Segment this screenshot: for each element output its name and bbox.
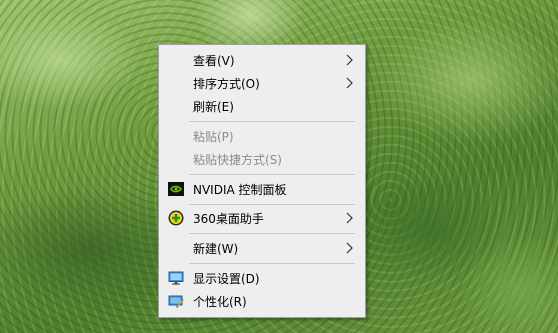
menu-item-label: 粘贴(P) — [193, 129, 234, 144]
menu-separator — [189, 204, 355, 205]
360-desktop-assistant-icon — [168, 210, 184, 226]
menu-item-label: 显示设置(D) — [193, 271, 260, 286]
menu-separator — [189, 263, 355, 264]
chevron-right-icon — [346, 212, 353, 224]
menu-item-paste-shortcut: 粘贴快捷方式(S) — [159, 148, 365, 170]
menu-item-360-desktop-assistant[interactable]: 360桌面助手 — [159, 207, 365, 229]
menu-separator — [189, 121, 355, 122]
menu-item-new[interactable]: 新建(W) — [159, 237, 365, 259]
desktop-context-menu: 查看(V) 排序方式(O) 刷新(E) 粘贴(P) 粘贴快捷方式(S) NVID… — [158, 44, 366, 318]
chevron-right-icon — [346, 242, 353, 254]
menu-item-label: 新建(W) — [193, 241, 239, 256]
nvidia-icon — [168, 182, 184, 196]
menu-item-personalize[interactable]: 个性化(R) — [159, 290, 365, 312]
menu-item-label: NVIDIA 控制面板 — [193, 182, 287, 197]
menu-separator — [189, 233, 355, 234]
chevron-right-icon — [346, 54, 353, 66]
menu-item-refresh[interactable]: 刷新(E) — [159, 95, 365, 117]
menu-item-label: 排序方式(O) — [193, 76, 260, 91]
chevron-right-icon — [346, 77, 353, 89]
menu-item-view[interactable]: 查看(V) — [159, 49, 365, 71]
personalize-icon — [168, 295, 184, 308]
menu-item-label: 刷新(E) — [193, 99, 234, 114]
menu-item-label: 粘贴快捷方式(S) — [193, 152, 282, 167]
menu-item-sort-by[interactable]: 排序方式(O) — [159, 72, 365, 94]
menu-item-label: 360桌面助手 — [193, 211, 264, 226]
menu-item-display-settings[interactable]: 显示设置(D) — [159, 267, 365, 289]
menu-separator — [189, 174, 355, 175]
menu-item-paste: 粘贴(P) — [159, 125, 365, 147]
menu-item-label: 个性化(R) — [193, 294, 247, 309]
menu-item-nvidia-control-panel[interactable]: NVIDIA 控制面板 — [159, 178, 365, 200]
menu-item-label: 查看(V) — [193, 53, 235, 68]
display-icon — [168, 271, 184, 285]
